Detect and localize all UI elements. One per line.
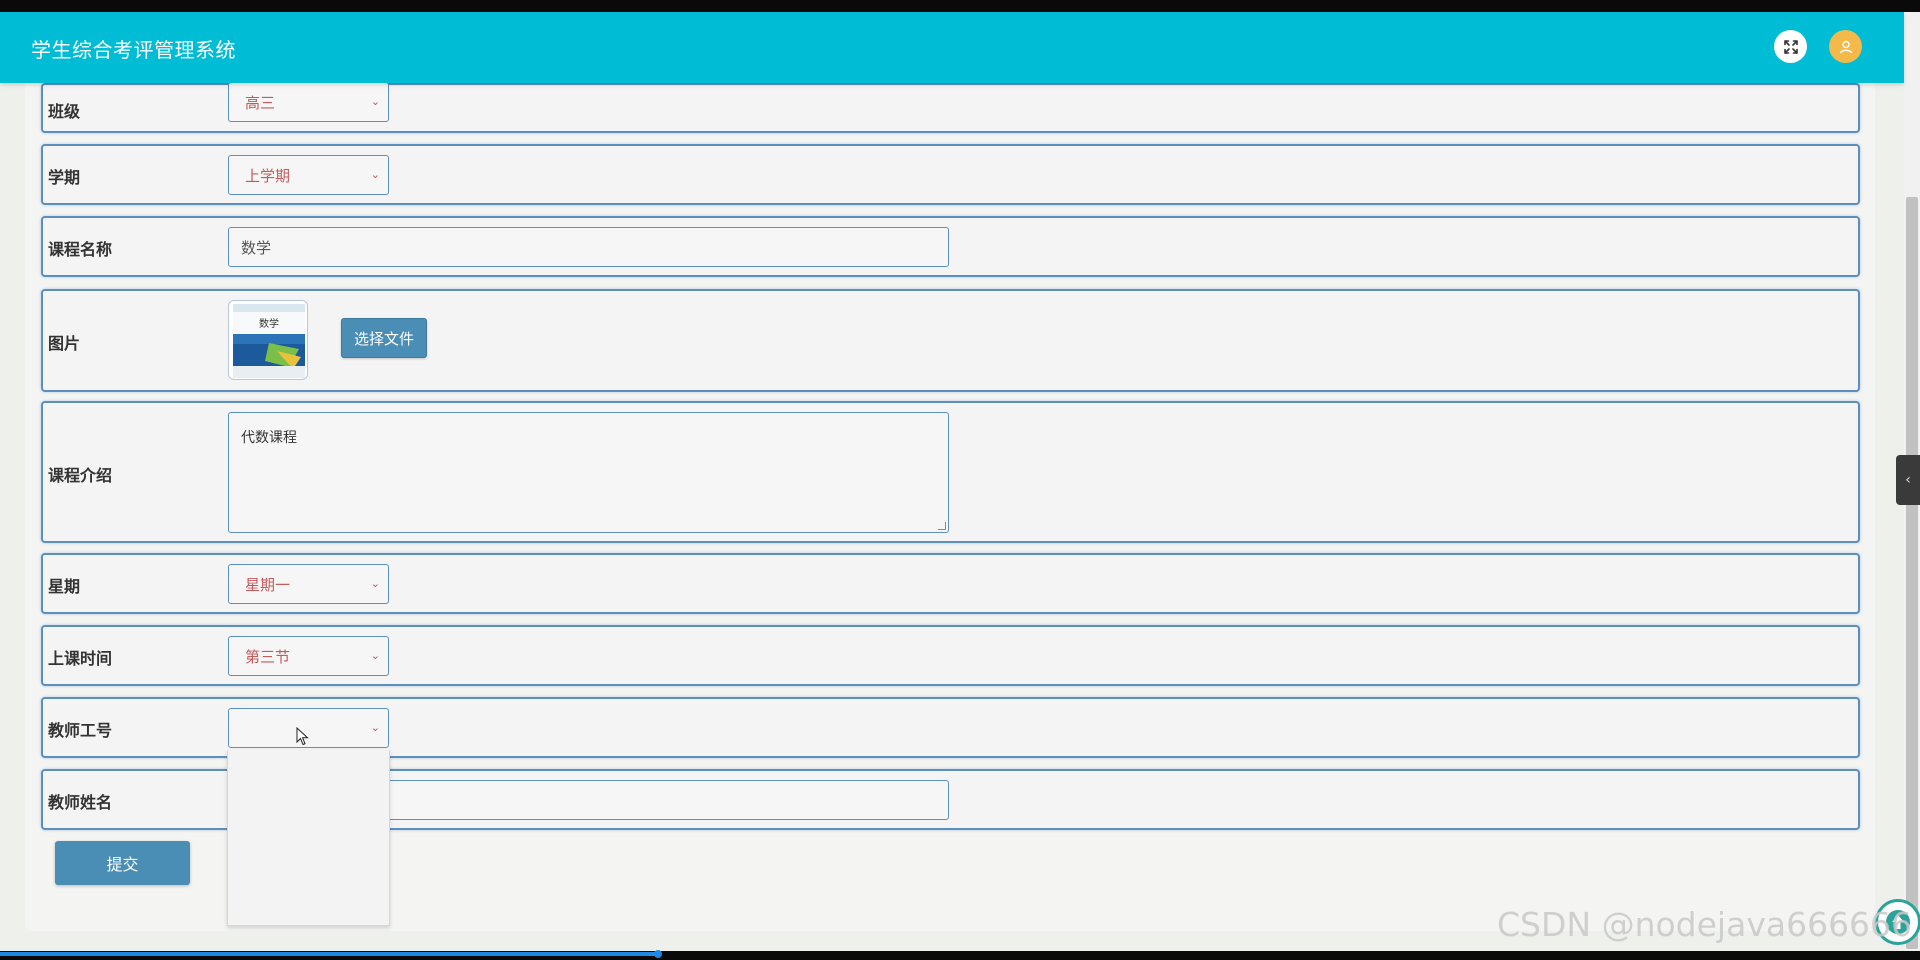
resize-grip-icon[interactable] — [938, 522, 946, 530]
textbook-cover-image: 数学 — [233, 304, 305, 378]
user-icon — [1839, 40, 1852, 53]
term-select-value: 上学期 — [245, 166, 291, 185]
chevron-down-icon: ⌄ — [370, 721, 380, 734]
course-image-thumbnail[interactable]: 数学 — [228, 300, 308, 380]
thumb-title: 数学 — [259, 317, 279, 330]
form-row-teacher-id: 教师工号 ⌄ — [41, 697, 1860, 758]
chevron-down-icon: ⌄ — [370, 95, 380, 108]
label-class-time: 上课时间 — [48, 649, 113, 668]
course-name-value: 数学 — [241, 238, 272, 257]
form-row-class-time: 上课时间 第三节 ⌄ — [41, 625, 1860, 686]
label-class: 班级 — [48, 102, 81, 121]
course-intro-value: 代数课程 — [241, 430, 297, 446]
mouse-pointer-icon — [296, 727, 309, 746]
label-term: 学期 — [48, 168, 81, 187]
label-course-intro: 课程介绍 — [48, 466, 113, 485]
form-row-weekday: 星期 星期一 ⌄ — [41, 553, 1860, 614]
top-header: 学生综合考评管理系统 — [0, 12, 1904, 83]
course-name-input[interactable]: 数学 — [228, 227, 949, 267]
form-row-course-name: 课程名称 数学 — [41, 216, 1860, 277]
teacher-id-dropdown-list[interactable] — [227, 750, 390, 926]
choose-file-button[interactable]: 选择文件 — [341, 318, 427, 358]
class-select[interactable]: 高三 ⌄ — [228, 82, 389, 122]
label-image: 图片 — [48, 334, 81, 353]
app-window: 学生综合考评管理系统 班级 高三 ⌄ 学期 上学期 ⌄ 课程名称 数学 图片 数… — [0, 12, 1920, 951]
weekday-select-value: 星期一 — [245, 575, 291, 594]
label-course-name: 课程名称 — [48, 240, 113, 259]
class-select-value: 高三 — [245, 93, 276, 112]
expand-arrows-icon — [1783, 39, 1798, 54]
video-progress-bar[interactable] — [0, 952, 660, 956]
scrollbar-thumb[interactable] — [1906, 197, 1918, 949]
user-avatar-button[interactable] — [1829, 30, 1862, 63]
form-row-course-intro: 课程介绍 代数课程 — [41, 401, 1860, 543]
chevron-down-icon: ⌄ — [370, 577, 380, 590]
chevron-down-icon: ⌄ — [370, 168, 380, 181]
course-intro-textarea[interactable]: 代数课程 — [228, 412, 949, 533]
app-title: 学生综合考评管理系统 — [31, 38, 236, 62]
form-row-image: 图片 数学 选择文件 — [41, 289, 1860, 392]
label-weekday: 星期 — [48, 577, 81, 596]
video-progress-handle[interactable] — [654, 950, 662, 958]
fullscreen-button[interactable] — [1774, 30, 1807, 63]
submit-button[interactable]: 提交 — [55, 841, 190, 885]
watermark: CSDN @nodejava666666 — [1497, 905, 1913, 944]
chevron-left-icon: ‹ — [1905, 472, 1911, 488]
label-teacher-id: 教师工号 — [48, 721, 113, 740]
term-select[interactable]: 上学期 ⌄ — [228, 155, 389, 195]
class-time-select[interactable]: 第三节 ⌄ — [228, 636, 389, 676]
side-panel-toggle[interactable]: ‹ — [1896, 455, 1920, 505]
chevron-down-icon: ⌄ — [370, 649, 380, 662]
weekday-select[interactable]: 星期一 ⌄ — [228, 564, 389, 604]
form-row-class: 班级 高三 ⌄ — [41, 82, 1860, 133]
form-row-term: 学期 上学期 ⌄ — [41, 144, 1860, 205]
class-time-select-value: 第三节 — [245, 647, 291, 666]
label-teacher-name: 教师姓名 — [48, 793, 113, 812]
